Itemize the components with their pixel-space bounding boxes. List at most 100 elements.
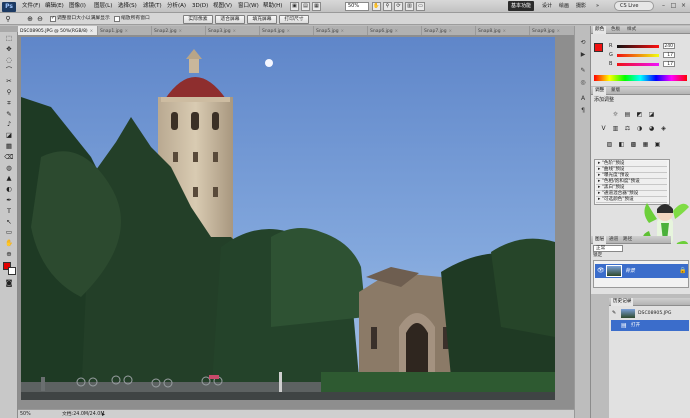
tab-close-icon[interactable]: × bbox=[90, 28, 93, 33]
green-value-input[interactable]: 17 bbox=[663, 52, 675, 58]
blue-slider[interactable] bbox=[617, 63, 659, 66]
menu-layer[interactable]: 图层(L) bbox=[94, 0, 112, 13]
brush-panel-icon[interactable]: ✎ bbox=[578, 66, 588, 75]
type-tool-icon[interactable]: ✒ bbox=[1, 196, 17, 205]
arrange-documents-button[interactable]: ▥ bbox=[405, 2, 414, 11]
screen-mode-button[interactable]: ▭ bbox=[416, 2, 425, 11]
path-select-tool-icon[interactable]: T bbox=[1, 207, 17, 216]
minimize-icon[interactable]: – bbox=[659, 2, 668, 10]
fill-screen-button[interactable]: 填充屏幕 bbox=[247, 15, 277, 24]
menu-help[interactable]: 帮助(H) bbox=[263, 0, 282, 13]
brush-tool-icon[interactable]: ✎ bbox=[1, 110, 17, 119]
tab-document[interactable]: Snap2.jpg × bbox=[152, 26, 206, 35]
print-size-button[interactable]: 打印尺寸 bbox=[279, 15, 309, 24]
color-balance-icon[interactable]: ⚖ bbox=[623, 125, 632, 133]
history-panel-icon[interactable]: ⟲ bbox=[578, 38, 588, 47]
eyedropper-tool-icon[interactable]: ⚲ bbox=[1, 88, 17, 97]
color-spectrum-ramp[interactable] bbox=[594, 75, 687, 81]
snapshot-brush-icon[interactable]: ✎ bbox=[612, 308, 616, 319]
eraser-tool-icon[interactable]: ▦ bbox=[1, 142, 17, 151]
lasso-tool-icon[interactable]: ◌ bbox=[1, 56, 17, 65]
workspace-photography[interactable]: 摄影 bbox=[573, 1, 589, 11]
dodge-tool-icon[interactable]: ▲ bbox=[1, 174, 17, 183]
menu-edit[interactable]: 编辑(E) bbox=[45, 0, 64, 13]
blend-mode-select[interactable]: 正常 bbox=[593, 245, 623, 252]
history-brush-tool-icon[interactable]: ◪ bbox=[1, 131, 17, 140]
red-slider[interactable] bbox=[617, 45, 659, 48]
tab-active-document[interactable]: DSC08905.JPG @ 50%(RGB/8) × bbox=[18, 26, 98, 35]
layer-row-background[interactable]: 👁 背景 🔒 bbox=[595, 264, 688, 278]
levels-icon[interactable]: ▤ bbox=[623, 111, 632, 119]
black-white-icon[interactable]: ◑ bbox=[635, 125, 644, 133]
view-extras-button[interactable]: ▦ bbox=[312, 2, 321, 11]
clone-stamp-tool-icon[interactable]: ♪ bbox=[1, 120, 17, 129]
hue-saturation-icon[interactable]: ▥ bbox=[611, 125, 620, 133]
tab-paths[interactable]: 路径 bbox=[621, 236, 634, 244]
channel-mixer-icon[interactable]: ◈ bbox=[659, 125, 668, 133]
zoom-out-icon[interactable]: ⊖ bbox=[36, 15, 44, 23]
tab-styles[interactable]: 样式 bbox=[625, 26, 638, 34]
shape-tool-icon[interactable]: ↖ bbox=[1, 218, 17, 227]
tab-document[interactable]: Snap3.jpg × bbox=[206, 26, 260, 35]
actions-panel-icon[interactable]: ▶ bbox=[578, 50, 588, 59]
clone-source-icon[interactable]: ◎ bbox=[578, 78, 588, 87]
fit-screen-button[interactable]: 适合屏幕 bbox=[215, 15, 245, 24]
zoom-tool-icon[interactable]: ⊕ bbox=[1, 250, 17, 259]
tab-close-icon[interactable]: × bbox=[179, 28, 182, 33]
quick-select-tool-icon[interactable]: ⌒ bbox=[1, 66, 17, 75]
close-icon[interactable]: × bbox=[679, 2, 688, 10]
quick-mask-icon[interactable]: ◙ bbox=[3, 279, 15, 288]
tab-close-icon[interactable]: × bbox=[557, 28, 560, 33]
hand-tool-button[interactable]: ✋ bbox=[372, 2, 381, 11]
menu-view[interactable]: 视图(V) bbox=[213, 0, 232, 13]
tab-document[interactable]: Snap6.jpg × bbox=[368, 26, 422, 35]
gradient-tool-icon[interactable]: ⌫ bbox=[1, 153, 17, 162]
paragraph-panel-icon[interactable]: ¶ bbox=[578, 106, 588, 115]
3d-rotate-tool-icon[interactable]: ▭ bbox=[1, 228, 17, 237]
healing-tool-icon[interactable]: ⌗ bbox=[1, 99, 17, 108]
hand-tool-icon[interactable]: ✋ bbox=[1, 239, 17, 248]
cs-live-button[interactable]: CS Live bbox=[614, 1, 654, 11]
eye-visibility-icon[interactable]: 👁 bbox=[597, 267, 605, 275]
tab-close-icon[interactable]: × bbox=[341, 28, 344, 33]
color-fg-swatch[interactable] bbox=[594, 43, 603, 52]
tab-close-icon[interactable]: × bbox=[503, 28, 506, 33]
selective-color-icon[interactable]: ▣ bbox=[653, 141, 662, 149]
tab-document[interactable]: Snap4.jpg × bbox=[260, 26, 314, 35]
brightness-contrast-icon[interactable]: ☼ bbox=[611, 111, 620, 119]
menu-image[interactable]: 图像(I) bbox=[69, 0, 86, 13]
tab-document[interactable]: Snap1.jpg × bbox=[98, 26, 152, 35]
tab-close-icon[interactable]: × bbox=[287, 28, 290, 33]
tab-close-icon[interactable]: × bbox=[125, 28, 128, 33]
workspace-essentials[interactable]: 基本功能 bbox=[508, 1, 535, 11]
status-arrow-icon[interactable]: ▸ bbox=[102, 410, 105, 418]
gradient-map-icon[interactable]: ▦ bbox=[641, 141, 650, 149]
zoom-all-windows-checkbox[interactable] bbox=[114, 16, 120, 22]
history-snapshot-row[interactable]: ✎ DSC08905.JPG bbox=[611, 308, 689, 319]
menu-3d[interactable]: 3D(D) bbox=[192, 0, 208, 13]
photo-filter-icon[interactable]: ◕ bbox=[647, 125, 656, 133]
vibrance-icon[interactable]: V bbox=[599, 125, 608, 133]
crop-tool-icon[interactable]: ✂ bbox=[1, 77, 17, 86]
history-step-row[interactable]: ▤ 打开 bbox=[611, 320, 689, 331]
curves-icon[interactable]: ◩ bbox=[635, 111, 644, 119]
resize-windows-checkbox[interactable] bbox=[50, 15, 56, 22]
document-canvas-area[interactable] bbox=[18, 35, 582, 409]
menu-file[interactable]: 文件(F) bbox=[22, 0, 40, 13]
rotate-view-button[interactable]: ⟳ bbox=[394, 2, 403, 11]
tab-close-icon[interactable]: × bbox=[449, 28, 452, 33]
workspace-painting[interactable]: 绘画 bbox=[556, 1, 572, 11]
mini-bridge-button[interactable]: ▤ bbox=[301, 2, 310, 11]
invert-icon[interactable]: ▨ bbox=[605, 141, 614, 149]
tab-document[interactable]: Snap8.jpg × bbox=[476, 26, 530, 35]
layer-name[interactable]: 背景 bbox=[625, 264, 635, 278]
menu-select[interactable]: 选择(S) bbox=[118, 0, 137, 13]
tab-close-icon[interactable]: × bbox=[395, 28, 398, 33]
blur-tool-icon[interactable]: ◍ bbox=[1, 164, 17, 173]
menu-filter[interactable]: 滤镜(T) bbox=[143, 0, 162, 13]
move-tool-icon[interactable]: ⬚ bbox=[1, 34, 17, 43]
more-workspaces-button[interactable]: » bbox=[593, 1, 602, 11]
red-value-input[interactable]: 240 bbox=[663, 43, 675, 49]
document-image[interactable] bbox=[21, 37, 555, 400]
pen-tool-icon[interactable]: ◐ bbox=[1, 185, 17, 194]
